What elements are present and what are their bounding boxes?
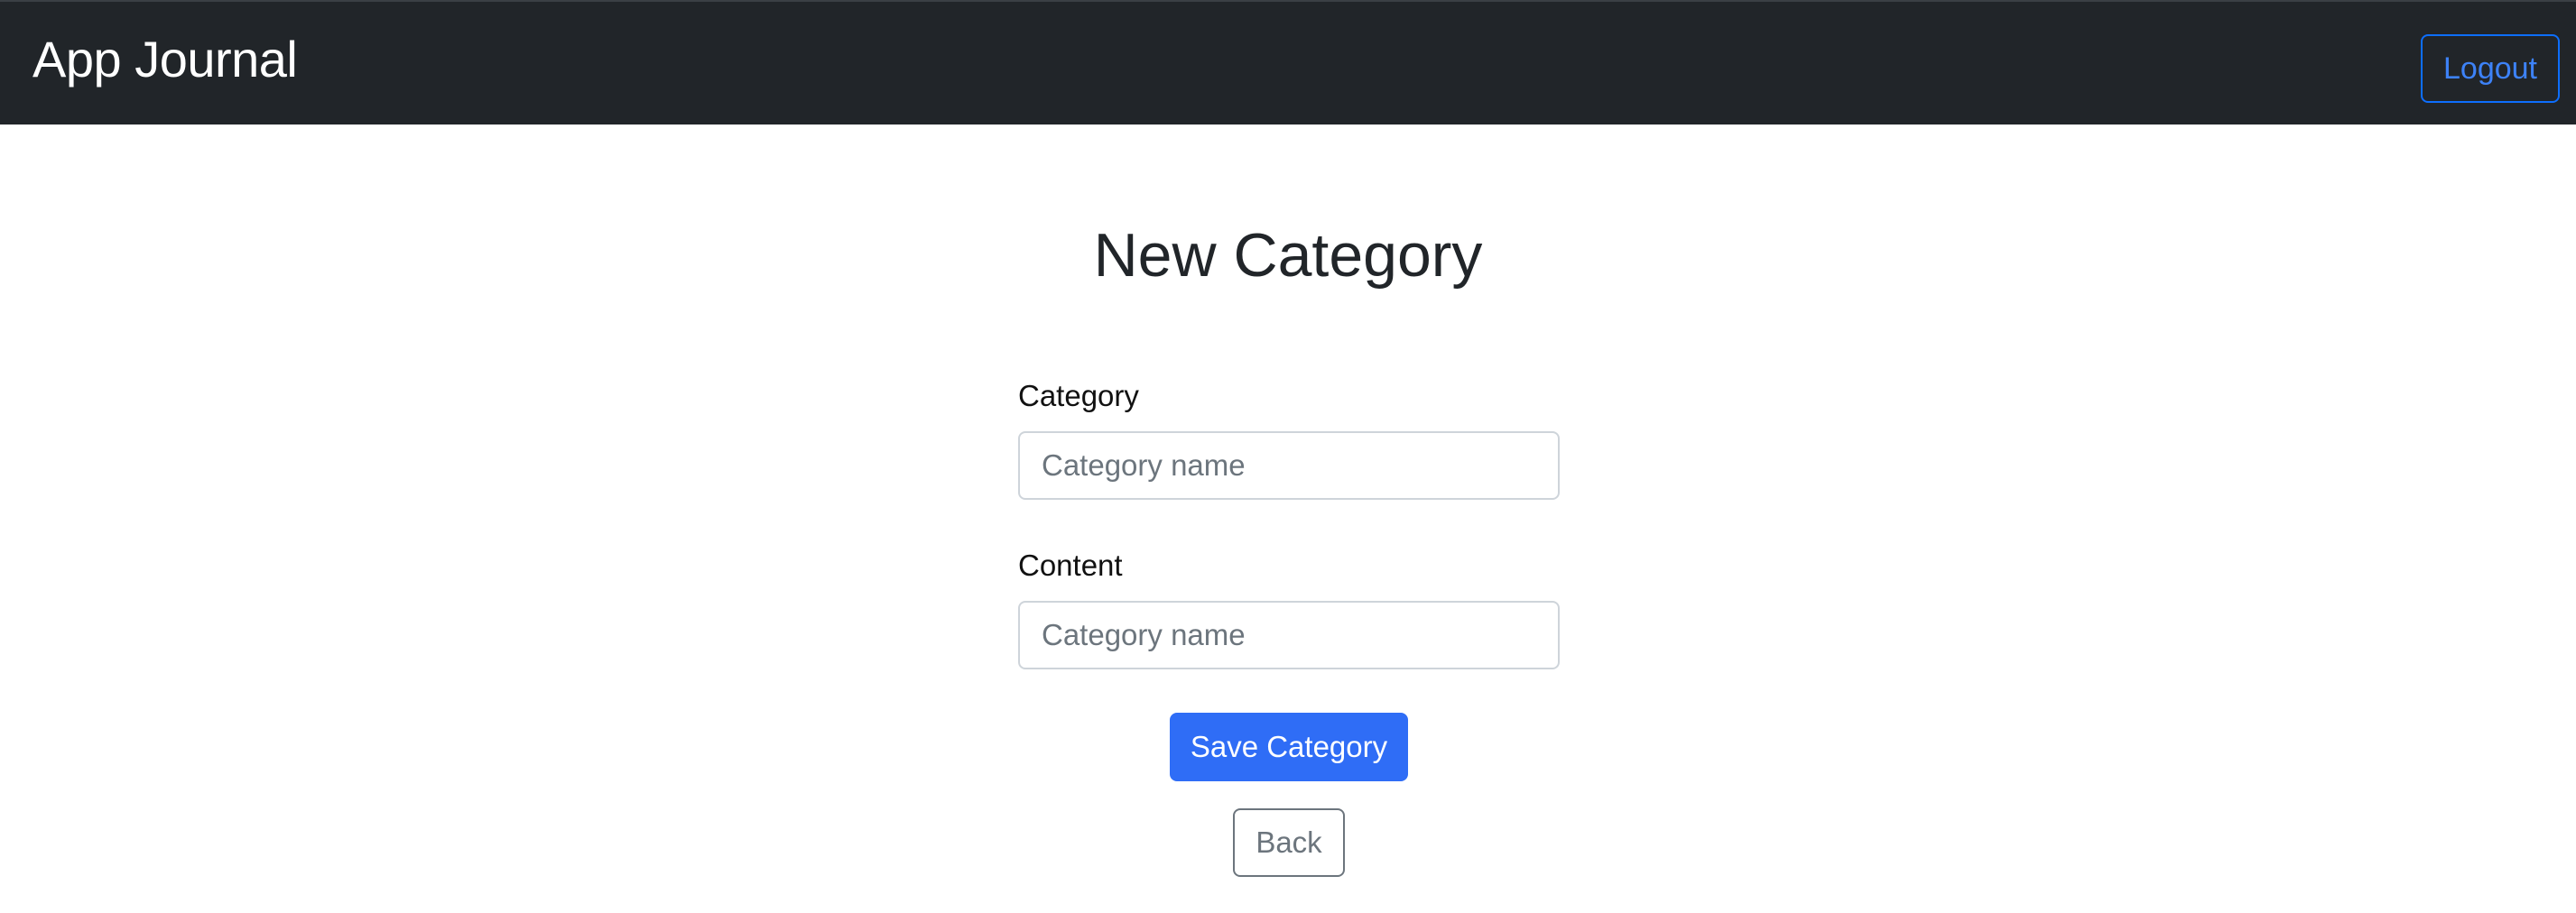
top-navbar: App Journal Logout (0, 0, 2576, 124)
category-label: Category (1018, 379, 1139, 412)
category-input[interactable] (1018, 431, 1560, 500)
page-title: New Category (1093, 221, 1483, 290)
save-category-button[interactable]: Save Category (1170, 713, 1408, 781)
back-button[interactable]: Back (1233, 808, 1345, 877)
content-label: Content (1018, 549, 1123, 582)
content-input[interactable] (1018, 601, 1560, 669)
app-brand[interactable]: App Journal (32, 29, 298, 90)
logout-button[interactable]: Logout (2421, 34, 2560, 103)
